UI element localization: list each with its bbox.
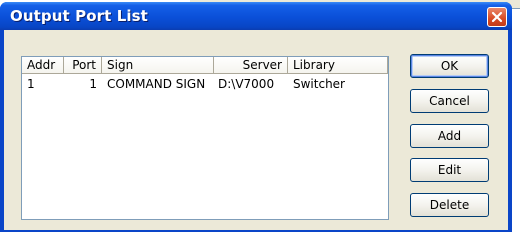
dialog-client-area: Addr Port Sign Server Library 1 1 COMMAN…	[4, 30, 508, 230]
background-window-bottom	[0, 232, 520, 241]
cell-sign: COMMAND SIGN	[107, 77, 206, 91]
title-bar[interactable]: Output Port List	[0, 2, 512, 30]
close-icon	[491, 11, 503, 23]
port-list[interactable]: Addr Port Sign Server Library 1 1 COMMAN…	[21, 56, 389, 220]
list-header: Addr Port Sign Server Library	[22, 57, 388, 74]
cell-addr: 1	[27, 77, 35, 91]
column-header-sign[interactable]: Sign	[102, 57, 214, 74]
ok-button[interactable]: OK	[410, 54, 489, 78]
delete-button[interactable]: Delete	[410, 193, 489, 217]
column-header-library[interactable]: Library	[288, 57, 388, 74]
column-header-addr[interactable]: Addr	[22, 57, 64, 74]
column-header-port[interactable]: Port	[64, 57, 102, 74]
dialog-title: Output Port List	[10, 7, 148, 25]
output-port-list-dialog: Output Port List Addr Port Sign Server L…	[0, 2, 512, 232]
table-row[interactable]: 1 1 COMMAND SIGN D:\V7000 Switcher	[22, 76, 388, 92]
cell-port: 1	[89, 77, 97, 91]
edit-button[interactable]: Edit	[410, 158, 489, 182]
cancel-button[interactable]: Cancel	[410, 89, 489, 113]
cell-library: Switcher	[293, 77, 345, 91]
close-button[interactable]	[487, 7, 507, 27]
add-button[interactable]: Add	[410, 124, 489, 148]
column-header-server[interactable]: Server	[214, 57, 288, 74]
cell-server: D:\V7000	[218, 77, 275, 91]
